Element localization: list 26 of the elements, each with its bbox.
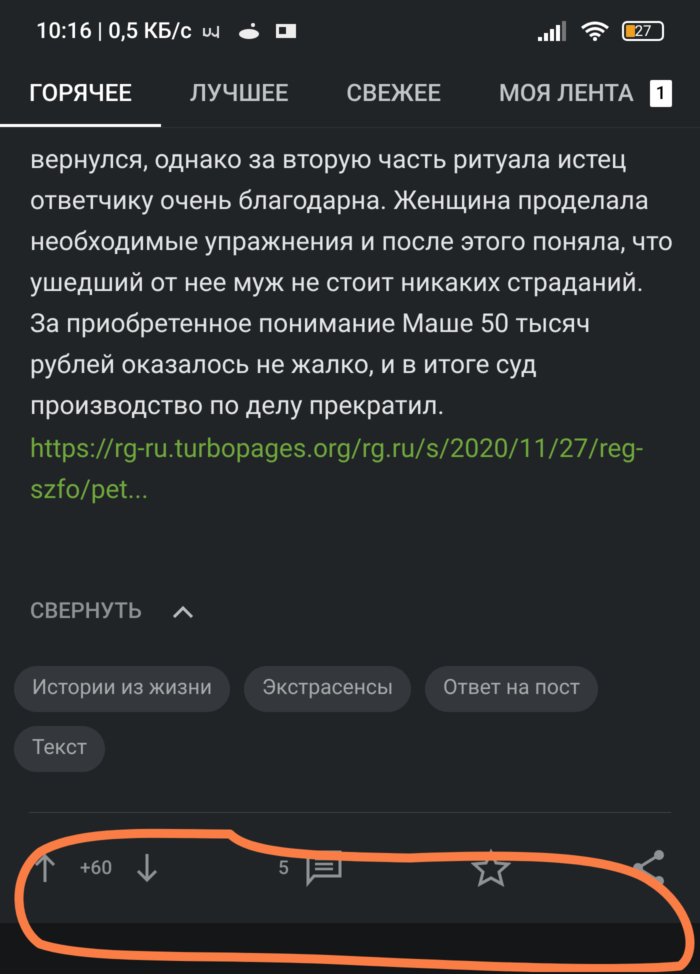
post-link[interactable]: https://rg-ru.turbopages.org/rg.ru/s/2020/11/27/reg-szfo/pet... (30, 429, 650, 511)
chevron-up-icon (172, 604, 194, 618)
collapse-button[interactable]: СВЕРНУТЬ (30, 595, 194, 628)
tag-chip[interactable]: Текст (14, 726, 105, 772)
wifi-icon (580, 20, 610, 42)
tab-badge: 1 (650, 80, 672, 106)
mail-icon (276, 24, 296, 38)
feed-tab[interactable]: СВЕЖЕЕ (317, 62, 470, 127)
comment-icon[interactable] (304, 849, 343, 887)
downvote-icon[interactable] (136, 853, 158, 883)
share-icon[interactable] (632, 849, 666, 887)
upvote-icon[interactable] (34, 853, 56, 883)
comment-count: 5 (278, 854, 289, 881)
tag-chip[interactable]: Ответ на пост (425, 666, 598, 712)
tag-chip[interactable]: Истории из жизни (14, 666, 230, 712)
feed-tab[interactable]: ГОРЯЧЕЕ (0, 62, 161, 127)
tag-chip[interactable]: Экстрасенсы (244, 666, 412, 712)
post-text: вернулся, однако за вторую часть ритуала истец ответчику очень благодарна. Женщина проделала необходимые упражнения и после этого поняла, что ушедший от нее муж не стоит никаких страданий. За приобретенное понимание Маше 50 тысяч рублей оказалось не жалко, и в итоге суд производство по делу прекратил. (30, 144, 674, 423)
status-time: 10:16 | 0,5 КБ/с (36, 18, 192, 46)
feed-tab[interactable]: МОЯ ЛЕНТА 1 (470, 62, 700, 127)
battery-icon: 27 (622, 21, 664, 41)
feed-tab[interactable]: ЛУЧШЕЕ (160, 62, 318, 127)
signal-icon (538, 21, 568, 41)
rating-count: +60 (80, 854, 112, 881)
star-icon[interactable] (470, 849, 511, 887)
alien-icon (238, 22, 260, 40)
